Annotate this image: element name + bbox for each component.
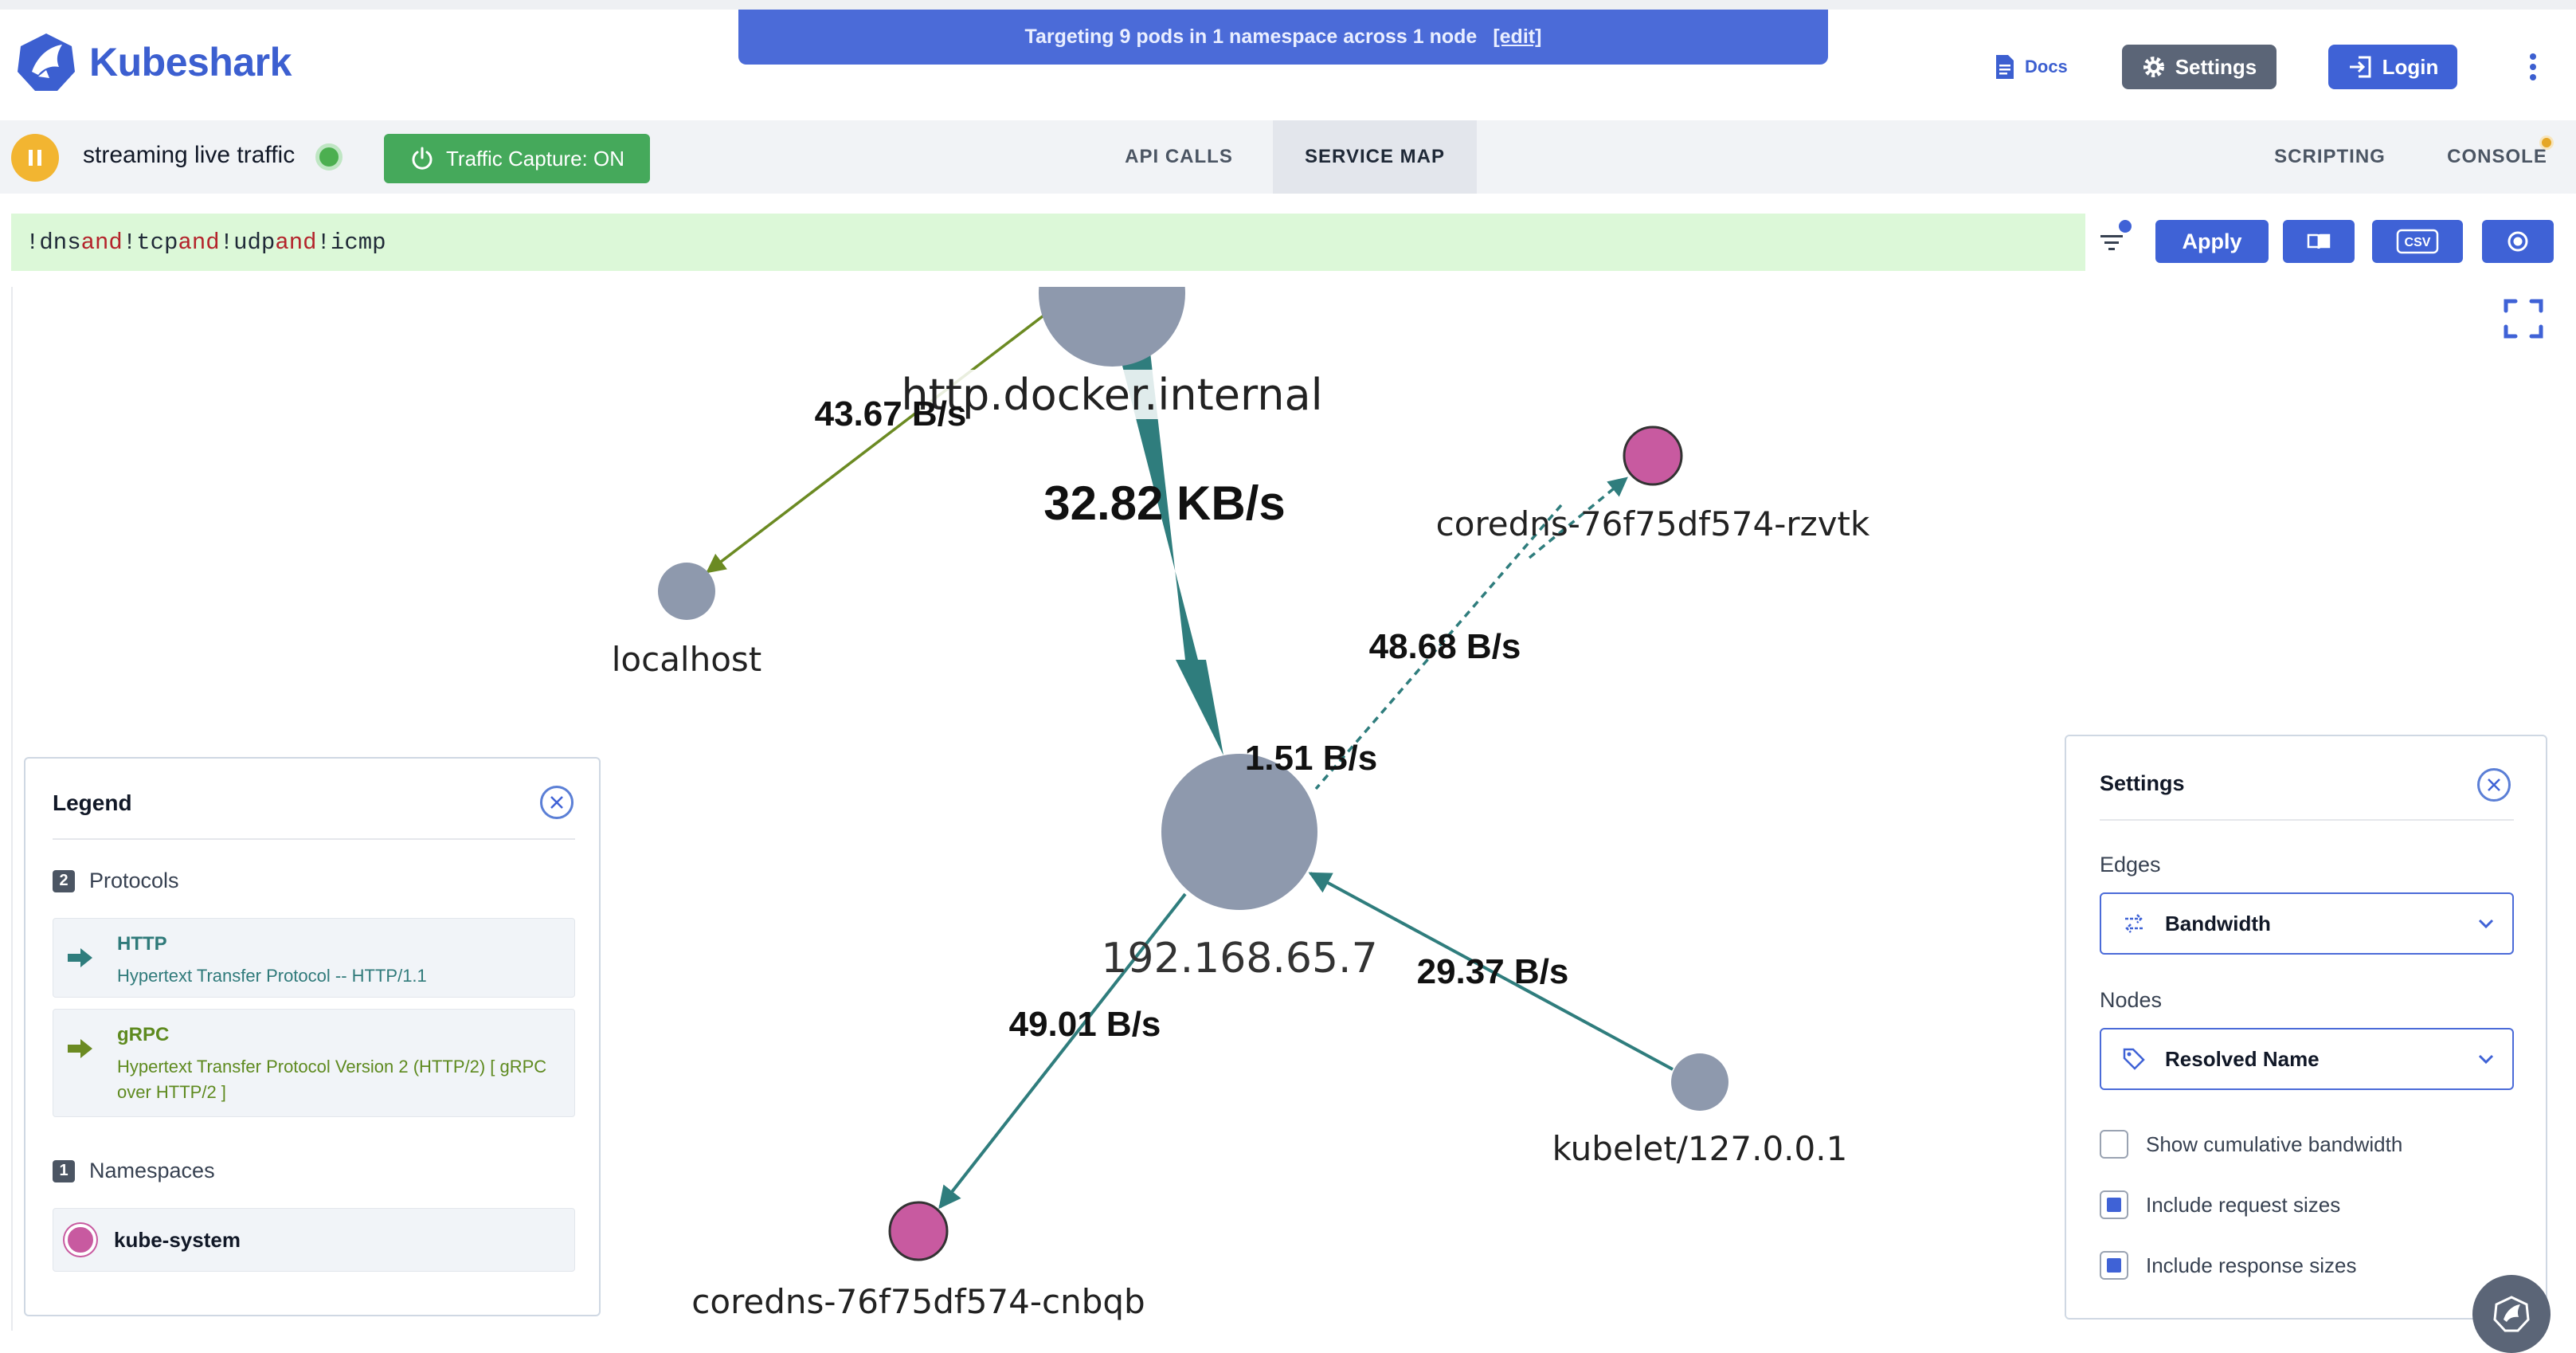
node-localhost[interactable] bbox=[658, 563, 715, 620]
edge-label-docker-localhost: 43.67 B/s bbox=[815, 394, 967, 433]
edge-label-center-rzvtk: 48.68 B/s bbox=[1369, 627, 1521, 666]
checkbox-checked[interactable] bbox=[2100, 1251, 2128, 1280]
chevron-down-icon bbox=[2478, 1054, 2494, 1065]
edge-label-rzvtk-center: 1.51 B/s bbox=[1245, 739, 1377, 778]
protocols-count: 2 bbox=[53, 869, 75, 892]
checkbox-unchecked[interactable] bbox=[2100, 1130, 2128, 1159]
node-label-coredns-cnbqb: coredns-76f75df574-cnbqb bbox=[691, 1282, 1145, 1321]
namespaces-section-title: 1 Namespaces bbox=[53, 1159, 215, 1183]
close-icon bbox=[2488, 778, 2500, 791]
namespaces-label: Namespaces bbox=[89, 1159, 215, 1182]
edge-label-center-cnbqb: 49.01 B/s bbox=[1009, 1005, 1161, 1044]
http-arrow-icon bbox=[68, 948, 92, 967]
nodes-select[interactable]: Resolved Name bbox=[2100, 1028, 2514, 1090]
edges-select-value: Bandwidth bbox=[2165, 911, 2271, 935]
include-response-sizes-checkbox[interactable]: Include response sizes bbox=[2100, 1251, 2356, 1280]
settings-close-button[interactable] bbox=[2477, 768, 2511, 802]
include-request-sizes-checkbox[interactable]: Include request sizes bbox=[2100, 1190, 2340, 1219]
show-cumulative-bandwidth-checkbox[interactable]: Show cumulative bandwidth bbox=[2100, 1130, 2402, 1159]
node-coredns-cnbqb[interactable] bbox=[888, 1201, 949, 1261]
edges-label: Edges bbox=[2100, 853, 2161, 877]
protocols-label: Protocols bbox=[89, 869, 179, 892]
fullscreen-button[interactable] bbox=[2501, 296, 2546, 341]
checkbox-checked[interactable] bbox=[2100, 1190, 2128, 1219]
legend-protocol-http[interactable]: HTTP Hypertext Transfer Protocol -- HTTP… bbox=[53, 918, 575, 998]
close-icon bbox=[550, 796, 563, 809]
legend-close-button[interactable] bbox=[540, 786, 574, 819]
node-label-coredns-rzvtk: coredns-76f75df574-rzvtk bbox=[1436, 504, 1870, 543]
namespace-color-icon bbox=[65, 1224, 96, 1256]
nodes-label: Nodes bbox=[2100, 988, 2163, 1012]
namespaces-count: 1 bbox=[53, 1159, 75, 1182]
node-label-center: 192.168.65.7 bbox=[1101, 935, 1377, 982]
namespace-name: kube-system bbox=[114, 1227, 241, 1252]
grpc-arrow-icon bbox=[68, 1039, 92, 1058]
checkbox-label: Include response sizes bbox=[2146, 1253, 2357, 1277]
protocol-name: gRPC bbox=[117, 1024, 170, 1045]
kubeshark-shark-icon bbox=[2493, 1296, 2530, 1332]
edge-docker-localhost[interactable] bbox=[706, 309, 1051, 574]
edge-label-docker-center: 32.82 KB/s bbox=[1043, 476, 1286, 530]
checkbox-label: Include request sizes bbox=[2146, 1192, 2341, 1217]
legend-title: Legend bbox=[53, 790, 132, 815]
node-kubelet[interactable] bbox=[1671, 1053, 1728, 1111]
help-chat-button[interactable] bbox=[2472, 1275, 2551, 1353]
fullscreen-icon bbox=[2504, 299, 2543, 339]
settings-panel-title: Settings bbox=[2100, 771, 2185, 795]
swap-arrows-icon bbox=[2125, 914, 2143, 933]
legend-namespace-kube-system[interactable]: kube-system bbox=[53, 1208, 575, 1272]
legend-panel: Legend 2 Protocols HTTP Hypertext Transf… bbox=[24, 757, 601, 1316]
protocol-description: Hypertext Transfer Protocol Version 2 (H… bbox=[117, 1057, 547, 1102]
tag-icon bbox=[2123, 1048, 2145, 1070]
node-http-docker-internal[interactable] bbox=[1039, 220, 1185, 367]
protocols-section-title: 2 Protocols bbox=[53, 869, 179, 893]
protocol-description: Hypertext Transfer Protocol -- HTTP/1.1 bbox=[117, 966, 427, 986]
edges-select[interactable]: Bandwidth bbox=[2100, 892, 2514, 955]
map-settings-panel: Settings Edges Bandwidth Nodes Resolved … bbox=[2065, 735, 2547, 1320]
chevron-down-icon bbox=[2478, 919, 2494, 929]
node-label-localhost: localhost bbox=[612, 640, 762, 679]
node-label-kubelet: kubelet/127.0.0.1 bbox=[1552, 1129, 1848, 1168]
divider bbox=[53, 838, 575, 840]
protocol-name: HTTP bbox=[117, 933, 167, 955]
nodes-select-value: Resolved Name bbox=[2165, 1046, 2320, 1071]
node-coredns-rzvtk[interactable] bbox=[1623, 426, 1683, 486]
edge-label-kubelet-center: 29.37 B/s bbox=[1417, 952, 1569, 991]
divider bbox=[2100, 819, 2514, 821]
legend-protocol-grpc[interactable]: gRPC Hypertext Transfer Protocol Version… bbox=[53, 1009, 575, 1117]
checkbox-label: Show cumulative bandwidth bbox=[2146, 1131, 2403, 1156]
